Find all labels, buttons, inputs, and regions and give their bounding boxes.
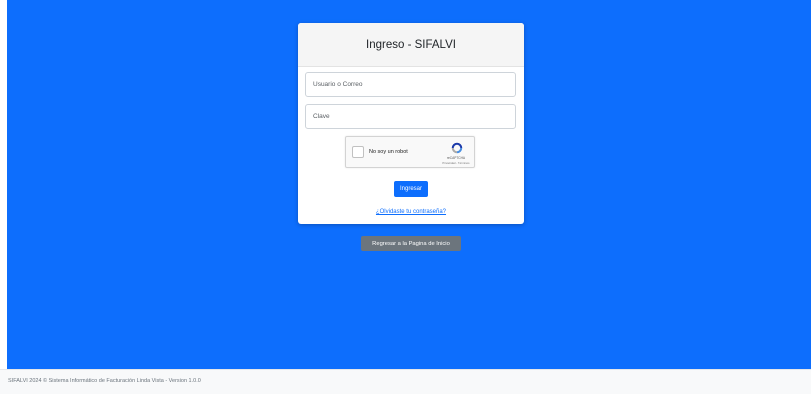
login-card: Ingreso - SIFALVI No soy un robot reCAPT… [298,23,524,224]
recaptcha-checkbox[interactable] [352,146,364,158]
password-input[interactable] [305,104,516,129]
card-header: Ingreso - SIFALVI [298,23,524,67]
username-input[interactable] [305,72,516,97]
recaptcha-terms[interactable]: Privacidad - Términos [436,161,476,165]
login-title: Ingreso - SIFALVI [366,38,456,51]
recaptcha-logo-icon [451,142,463,154]
recaptcha-widget: No soy un robot reCAPTCHA Privacidad - T… [345,136,475,168]
forgot-password-link[interactable]: ¿Olvidaste tu contraseña? [298,209,524,215]
recaptcha-brand: reCAPTCHA [446,156,466,160]
login-button[interactable]: Ingresar [394,181,428,197]
footer: SIFALVI 2024 © Sistema Informático de Fa… [0,369,811,394]
footer-text: SIFALVI 2024 © Sistema Informático de Fa… [8,378,201,384]
page: Ingreso - SIFALVI No soy un robot reCAPT… [0,0,811,394]
back-to-home-button[interactable]: Regresar a la Pagina de Inicio [361,236,461,251]
recaptcha-label: No soy un robot [369,149,408,155]
